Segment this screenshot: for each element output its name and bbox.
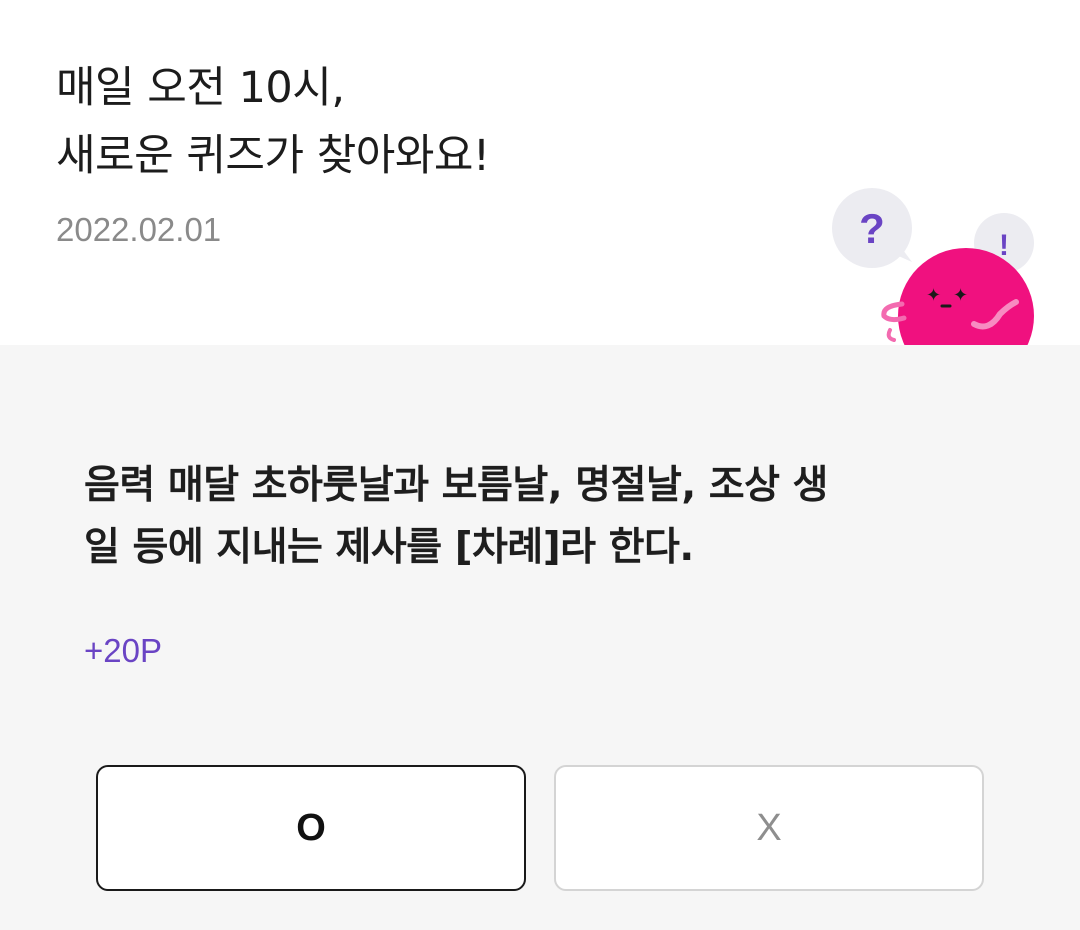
headline-line-2: 새로운 퀴즈가 찾아와요! xyxy=(56,131,490,181)
question-line-2: 일 등에 지내는 제사를 [차례]라 한다. xyxy=(84,525,694,570)
quiz-page: 매일 오전 10시, 새로운 퀴즈가 찾아와요! 2022.02.01 ? ! xyxy=(0,0,1080,930)
mascot-illustration: ? ! ✦ ✦ xyxy=(824,186,1054,345)
svg-text:✦: ✦ xyxy=(953,285,968,306)
quiz-date: 2022.02.01 xyxy=(56,211,222,248)
question-bubble-icon: ? xyxy=(832,188,912,268)
page-title: 매일 오전 10시, 새로운 퀴즈가 찾아와요! xyxy=(56,54,490,190)
reward-points: +20P xyxy=(84,632,162,669)
svg-text:✦: ✦ xyxy=(926,285,941,306)
answer-x-button[interactable]: X xyxy=(554,765,984,891)
question-line-1: 음력 매달 초하룻날과 보름날, 명절날, 조상 생 xyxy=(84,463,828,508)
quiz-card: 음력 매달 초하룻날과 보름날, 명절날, 조상 생 일 등에 지내는 제사를 … xyxy=(0,345,1080,930)
svg-text:?: ? xyxy=(859,205,885,252)
quiz-question: 음력 매달 초하룻날과 보름날, 명절날, 조상 생 일 등에 지내는 제사를 … xyxy=(84,455,1004,579)
headline-line-1: 매일 오전 10시, xyxy=(56,63,345,113)
answer-o-button[interactable]: O xyxy=(96,765,526,891)
svg-text:!: ! xyxy=(999,229,1009,262)
quiz-header: 매일 오전 10시, 새로운 퀴즈가 찾아와요! 2022.02.01 ? ! xyxy=(0,0,1080,345)
